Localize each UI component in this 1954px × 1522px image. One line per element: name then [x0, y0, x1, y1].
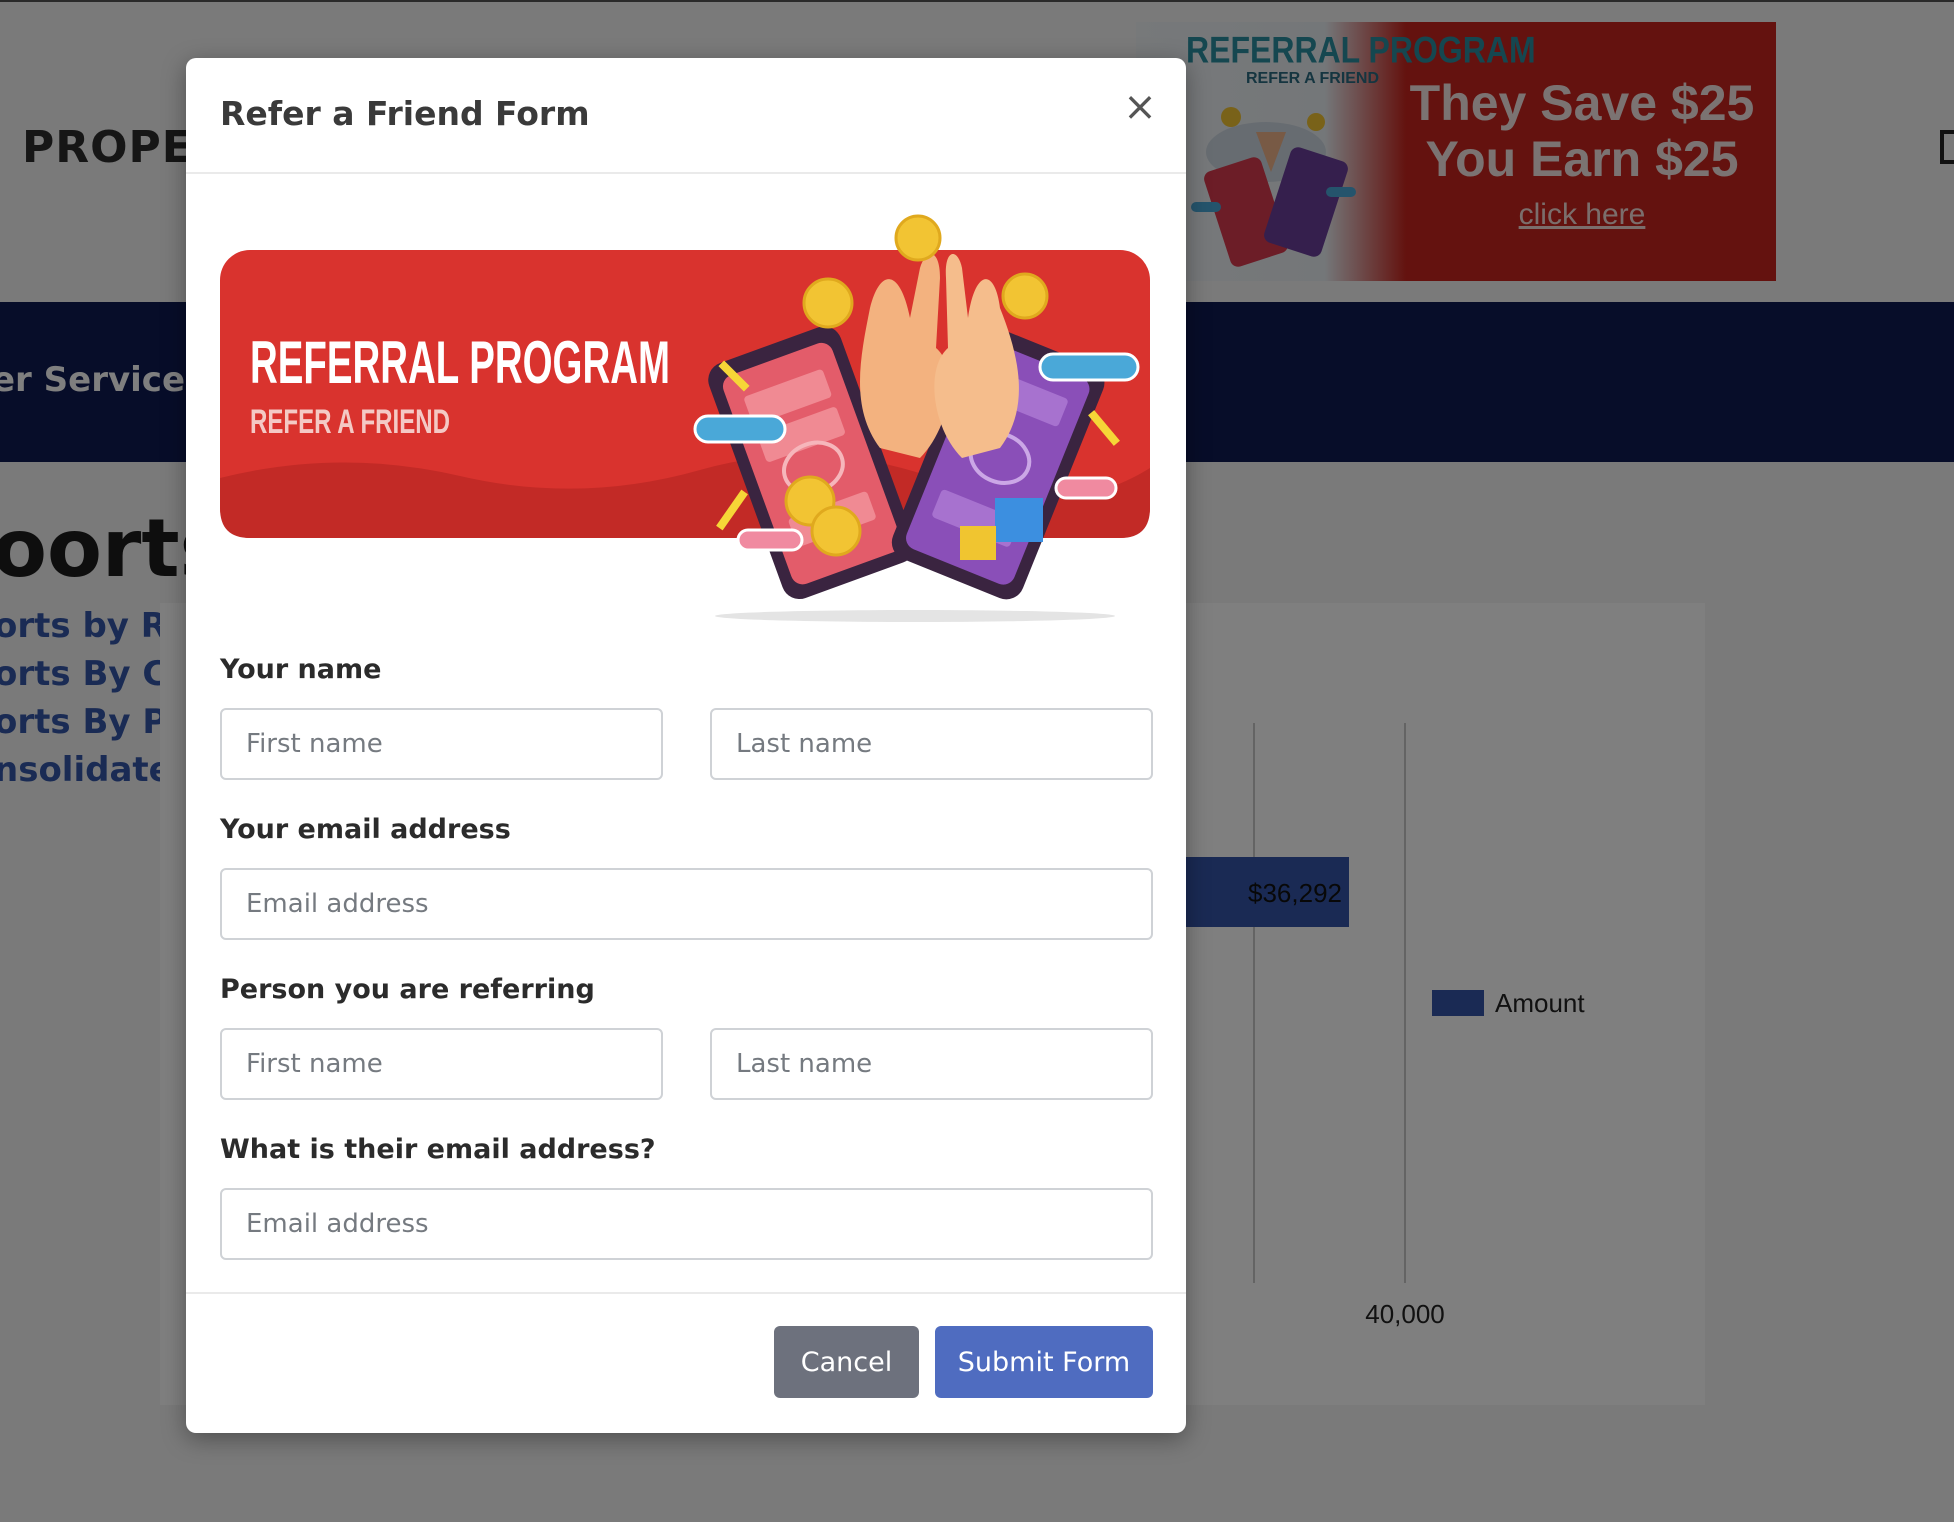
- your-email-label: Your email address: [220, 814, 511, 845]
- referral-email-input[interactable]: [220, 1188, 1153, 1260]
- modal-title: Refer a Friend Form: [220, 94, 590, 133]
- your-last-name-input[interactable]: [710, 708, 1153, 780]
- referral-first-name-input[interactable]: [220, 1028, 663, 1100]
- your-email-input[interactable]: [220, 868, 1153, 940]
- cancel-button[interactable]: Cancel: [774, 1326, 919, 1398]
- submit-form-button[interactable]: Submit Form: [935, 1326, 1153, 1398]
- your-first-name-input[interactable]: [220, 708, 663, 780]
- banner-title: REFERRAL PROGRAM: [250, 329, 670, 396]
- modal-footer-divider: [186, 1292, 1186, 1294]
- referral-last-name-input[interactable]: [710, 1028, 1153, 1100]
- refer-friend-modal: Refer a Friend Form × REFERRAL PROGRAM R…: [186, 58, 1186, 1433]
- banner-subtitle: REFER A FRIEND: [250, 403, 450, 441]
- referral-program-banner: REFERRAL PROGRAM REFER A FRIEND: [220, 214, 1150, 622]
- your-name-label: Your name: [220, 654, 382, 685]
- close-icon[interactable]: ×: [1120, 87, 1160, 128]
- referral-name-label: Person you are referring: [220, 974, 595, 1005]
- referral-email-label: What is their email address?: [220, 1134, 656, 1165]
- modal-header: Refer a Friend Form ×: [186, 58, 1186, 174]
